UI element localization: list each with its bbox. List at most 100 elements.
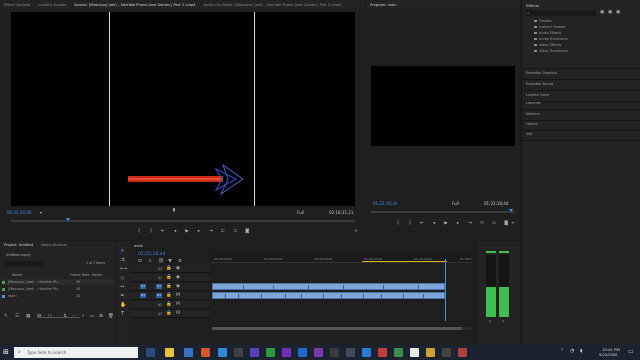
video-clip-v1[interactable] <box>212 283 445 290</box>
app-icon[interactable] <box>378 348 387 357</box>
pen-tool-icon[interactable]: ✒ <box>120 294 125 299</box>
project-item-row[interactable]: main 30 <box>2 293 114 299</box>
section-libraries[interactable]: Libraries <box>526 101 541 105</box>
section-history[interactable]: History <box>526 122 538 126</box>
timeline-horizontal-scrollbar[interactable] <box>212 327 473 330</box>
section-info[interactable]: Info <box>526 132 532 136</box>
discord-icon[interactable] <box>250 348 259 357</box>
track-target-a1[interactable]: A1 <box>156 293 162 298</box>
tab-source[interactable]: Source: [Mascaux] (eel) – Horrible Phone… <box>74 3 195 7</box>
solo-right-icon[interactable]: S <box>502 319 504 323</box>
source-patch-v1[interactable]: V1 <box>140 284 146 289</box>
play-icon[interactable]: ▶ <box>444 221 448 226</box>
app-icon[interactable] <box>330 348 339 357</box>
col-name[interactable]: Name <box>2 273 70 277</box>
app-icon[interactable] <box>458 348 467 357</box>
system-tray-chevron-icon[interactable]: ⌃ <box>560 348 564 354</box>
app-icon[interactable] <box>410 348 419 357</box>
audio-clip-a1[interactable] <box>212 292 445 299</box>
tab-media-browser[interactable]: Media Browser <box>41 243 68 247</box>
section-markers[interactable]: Markers <box>526 112 540 116</box>
camera-icon[interactable]: ◙ <box>504 221 508 226</box>
task-view-icon[interactable] <box>146 348 155 357</box>
automate-icon[interactable]: ⋯ <box>72 314 77 319</box>
notifications-icon[interactable]: ▭ <box>628 348 634 355</box>
effects-folder-item[interactable]: Video Effects <box>534 43 561 47</box>
program-fit-value[interactable]: Full <box>452 201 459 206</box>
go-to-out-icon[interactable]: ⇥ <box>209 229 213 234</box>
hand-tool-icon[interactable]: ✋ <box>120 303 126 308</box>
effects-folder-item[interactable]: Lumetri Presets <box>534 25 565 29</box>
app-icon[interactable] <box>426 348 435 357</box>
mute-icon[interactable]: M <box>176 293 180 298</box>
source-add-button-icon[interactable]: + <box>354 229 358 234</box>
play-icon[interactable]: ▶ <box>185 229 189 234</box>
edge-icon[interactable] <box>184 348 193 357</box>
source-timecode[interactable]: 00;35;39;36 <box>7 210 31 215</box>
clip-marker-icon[interactable]: ▮ <box>172 208 176 213</box>
track-select-tool-icon[interactable]: ⇉ <box>120 258 125 263</box>
section-essential-sound[interactable]: Essential Sound <box>526 82 553 86</box>
slip-tool-icon[interactable]: ↔ <box>120 285 125 290</box>
section-essential-graphics[interactable]: Essential Graphics <box>526 71 557 75</box>
mark-out-icon[interactable]: } <box>149 229 153 234</box>
effects-folder-item[interactable]: Video Transitions <box>534 49 568 53</box>
step-back-icon[interactable]: ◂ <box>432 221 436 226</box>
col-frame-rate[interactable]: Frame Rate <box>70 273 92 277</box>
tab-lumetri-scopes[interactable]: Lumetri Scopes <box>38 3 66 7</box>
lift-icon[interactable]: ⊓ <box>480 221 484 226</box>
word-icon[interactable] <box>362 348 371 357</box>
find-icon[interactable]: ⌕ <box>81 314 85 319</box>
mute-icon[interactable]: M <box>176 302 180 307</box>
windows-start-icon[interactable]: ⊞ <box>3 348 9 357</box>
network-icon[interactable]: ◔ <box>570 348 574 354</box>
pencil-icon[interactable]: ✎ <box>4 314 8 319</box>
go-to-out-icon[interactable]: ⇥ <box>468 221 472 226</box>
go-to-in-icon[interactable]: ⇤ <box>420 221 424 226</box>
spotify-icon[interactable] <box>266 348 275 357</box>
step-forward-icon[interactable]: ▸ <box>456 221 460 226</box>
project-item-row[interactable]: [Mascaux] (eel) – Horrible Ph… 30 <box>2 286 114 292</box>
eye-icon[interactable]: ◉ <box>176 266 180 271</box>
premiere-pro-icon[interactable] <box>282 348 291 357</box>
lock-icon[interactable]: 🔒 <box>166 311 172 316</box>
app-icon[interactable] <box>346 348 355 357</box>
tab-effect-controls[interactable]: Effect Controls <box>4 3 30 7</box>
settings-wrench-icon[interactable]: ⚙ <box>178 259 182 264</box>
scrollbar-thumb[interactable] <box>212 327 462 330</box>
volume-icon[interactable]: ◖ <box>580 348 583 354</box>
program-scrubber[interactable] <box>371 211 515 213</box>
program-timecode[interactable]: 01;22;18;44 <box>373 201 397 206</box>
project-item-row[interactable]: [Mascaux] (eel) – Horrible Ph… 30 <box>2 279 114 285</box>
snap-icon[interactable]: ∩ <box>148 259 152 264</box>
lock-icon[interactable]: 🔒 <box>166 302 172 307</box>
firefox-icon[interactable] <box>201 348 210 357</box>
trash-icon[interactable]: 🗑 <box>108 314 114 319</box>
taskbar-search-input[interactable]: ⌕ Type here to search <box>14 347 138 358</box>
timeline-timecode[interactable]: 01;22;18;44 <box>138 252 165 257</box>
list-view-icon[interactable]: ☰ <box>15 314 19 319</box>
solo-left-icon[interactable]: S <box>489 319 491 323</box>
source-fit-value[interactable]: Full <box>297 210 304 215</box>
mark-in-icon[interactable]: { <box>137 229 141 234</box>
effects-search-input[interactable]: ⌕ <box>526 10 596 16</box>
eye-icon[interactable]: ◉ <box>176 284 180 289</box>
effects-folder-item[interactable]: Presets <box>534 19 551 23</box>
timeline-playhead[interactable] <box>445 259 446 321</box>
razor-tool-icon[interactable]: ◇ <box>120 276 125 281</box>
lock-icon[interactable]: 🔒 <box>166 266 172 271</box>
col-media[interactable]: Media <box>92 273 102 277</box>
new-bin-icon[interactable]: ▭ <box>90 314 94 319</box>
step-forward-icon[interactable]: ▸ <box>197 229 201 234</box>
effects-folder-item[interactable]: Audio Effects <box>534 31 561 35</box>
lock-icon[interactable]: 🔒 <box>166 293 172 298</box>
lock-icon[interactable]: 🔒 <box>166 284 172 289</box>
section-lumetri-color[interactable]: Lumetri Color <box>526 93 549 97</box>
overwrite-icon[interactable]: ⊐ <box>233 229 237 234</box>
tab-program[interactable]: Program: main <box>370 3 397 7</box>
ripple-edit-tool-icon[interactable]: ⟷ <box>120 267 127 272</box>
excel-icon[interactable] <box>394 348 403 357</box>
store-icon[interactable] <box>218 348 227 357</box>
sort-icon[interactable]: ⇅ <box>63 314 67 319</box>
source-playhead[interactable] <box>66 218 70 221</box>
